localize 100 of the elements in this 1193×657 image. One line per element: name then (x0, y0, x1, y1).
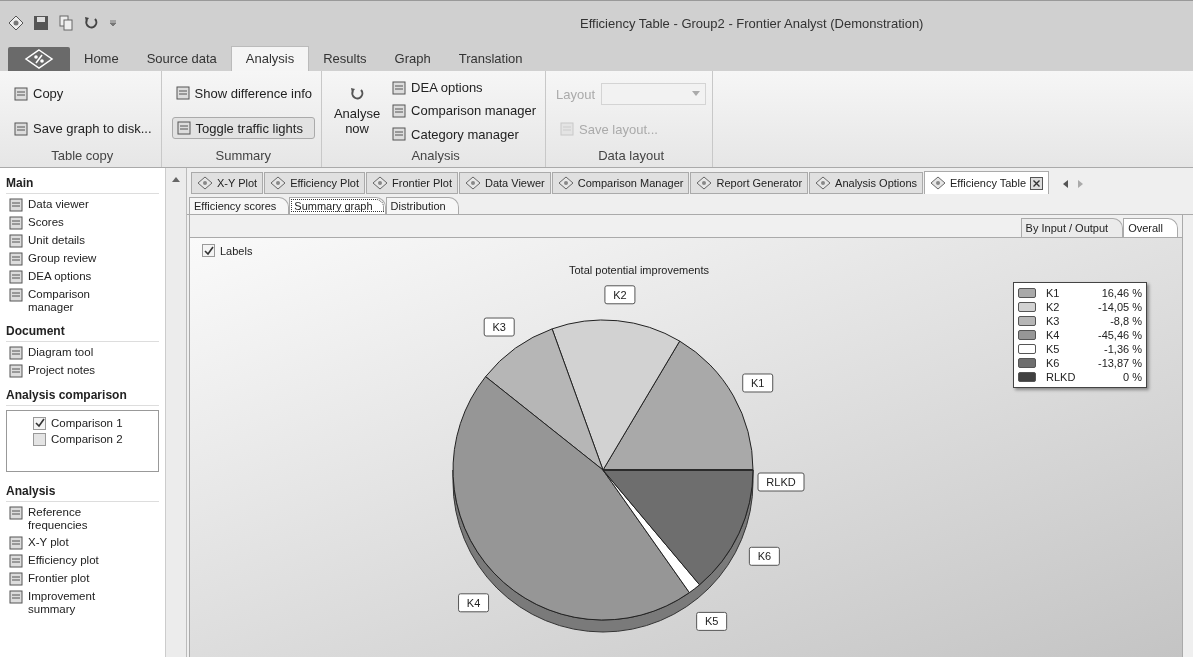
legend-label: K4 (1046, 329, 1061, 341)
group-label: Analysis (410, 147, 461, 165)
tree-item[interactable]: Comparison 2 (33, 431, 158, 447)
legend-value: -14,05 % (1096, 301, 1142, 313)
diamond-icon (464, 176, 481, 190)
sidebar-scrollbar[interactable] (165, 168, 187, 657)
diamond-icon (815, 176, 832, 190)
tile-icon (9, 364, 23, 378)
sidebar-item[interactable]: Project notes (6, 364, 159, 378)
diamond-icon (557, 176, 574, 190)
view-tab[interactable]: Overall (1123, 218, 1178, 237)
scroll-left-icon[interactable] (1062, 180, 1069, 188)
document-tab[interactable]: Frontier Plot (366, 172, 458, 194)
refresh-icon (349, 86, 366, 102)
close-icon[interactable] (1030, 176, 1044, 190)
sub-tab[interactable]: Distribution (385, 197, 459, 214)
chart-title: Total potential improvements (568, 264, 710, 276)
tile-icon (9, 346, 23, 360)
document-icon (175, 120, 192, 136)
ribbon-button[interactable]: Toggle traffic lights (171, 117, 316, 139)
document-icon (13, 120, 29, 137)
tile-icon (9, 234, 23, 248)
slice-label: K3 (492, 321, 506, 334)
sub-tab[interactable]: Efficiency scores (189, 197, 290, 214)
layout-label: Layout (556, 86, 596, 102)
sidebar-item[interactable]: Comparison manager (6, 288, 159, 314)
sidebar-item[interactable]: X-Y plot (6, 536, 159, 550)
ribbon-tab[interactable]: Source data (132, 47, 231, 71)
sidebar-item[interactable]: Improvement summary (6, 590, 159, 616)
section-heading: Analysis (6, 480, 159, 502)
checkbox[interactable] (33, 416, 46, 430)
document-tab[interactable]: Analysis Options (809, 172, 923, 194)
document-tab[interactable]: X-Y Plot (191, 172, 264, 194)
sidebar-item[interactable]: Data viewer (6, 198, 159, 212)
group-label: Data layout (597, 147, 665, 165)
analyse-button[interactable]: Analyse now (332, 77, 383, 145)
section-heading: Analysis comparison (6, 384, 159, 406)
diamond-icon (930, 176, 946, 190)
sidebar-item[interactable]: Scores (6, 216, 159, 230)
app-logo-icon[interactable] (8, 15, 24, 31)
slice-label: K1 (750, 376, 765, 389)
save-icon[interactable] (33, 15, 49, 31)
tile-icon (9, 288, 23, 302)
sidebar-item[interactable]: Efficiency plot (6, 554, 159, 568)
sidebar-item[interactable]: Diagram tool (6, 346, 159, 360)
ribbon-button[interactable]: Save graph to disk... (10, 118, 155, 139)
document-tab[interactable]: Efficiency Plot (264, 172, 366, 194)
slice-label: K2 (604, 285, 636, 305)
ribbon-tab[interactable]: Graph (380, 47, 445, 71)
legend-value: -8,8 % (1109, 315, 1142, 327)
document-tab[interactable]: Efficiency Table (924, 171, 1050, 194)
ribbon-button[interactable]: DEA options (388, 77, 540, 98)
sub-tab[interactable]: Summary graph (289, 197, 386, 214)
legend-label: RLKD (1046, 371, 1077, 383)
section-heading: Main (6, 172, 159, 194)
tile-icon (9, 554, 23, 568)
document-icon (391, 79, 408, 96)
checkbox[interactable] (202, 244, 215, 257)
ribbon-tab[interactable]: Analysis (230, 46, 310, 71)
slice-label: K5 (704, 615, 719, 628)
ribbon-tab[interactable]: Results (309, 47, 381, 71)
sidebar-item[interactable]: Group review (6, 252, 159, 266)
ribbon-button[interactable]: Copy (10, 83, 155, 104)
app-menu-button[interactable] (8, 47, 70, 71)
ribbon-button[interactable]: Show difference info (171, 83, 316, 103)
view-tab[interactable]: By Input / Output (1020, 218, 1124, 237)
tile-icon (9, 252, 23, 266)
copy-icon[interactable] (58, 15, 74, 31)
slice-label: K6 (748, 546, 780, 566)
document-tab[interactable]: Comparison Manager (551, 172, 690, 194)
checkbox[interactable] (33, 432, 46, 446)
slice-label: K3 (483, 317, 515, 337)
document-tab[interactable]: Data Viewer (458, 172, 551, 194)
legend-value: -1,36 % (1103, 343, 1142, 355)
labels-checkbox[interactable]: Labels (202, 244, 253, 257)
document-icon (13, 85, 29, 102)
undo-icon[interactable] (83, 15, 99, 31)
sidebar-item[interactable]: Reference frequencies (6, 506, 159, 532)
caret-icon (692, 91, 701, 97)
diamond-icon (696, 176, 713, 190)
tile-icon (9, 536, 23, 550)
tile-icon (9, 506, 23, 520)
tile-icon (9, 198, 23, 212)
ribbon-tab[interactable]: Home (70, 47, 133, 71)
check-icon (34, 418, 45, 428)
ribbon-tab[interactable]: Translation (444, 47, 537, 71)
sidebar-item[interactable]: Frontier plot (6, 572, 159, 586)
dropdown-icon[interactable] (108, 18, 118, 28)
slice-label: RLKD (757, 472, 805, 492)
diamond-icon (372, 176, 389, 190)
legend-label: K5 (1046, 343, 1061, 355)
scroll-up-icon (172, 176, 180, 182)
ribbon-button[interactable]: Comparison manager (388, 101, 540, 121)
ribbon-button[interactable]: Category manager (388, 124, 540, 145)
sidebar-item[interactable]: DEA options (6, 270, 159, 284)
tree-item[interactable]: Comparison 1 (33, 415, 158, 431)
slice-label: K2 (613, 288, 627, 301)
window-title: Efficiency Table - Group2 - Frontier Analyst (Demonstration) (580, 15, 924, 31)
document-tab[interactable]: Report Generator (690, 172, 809, 194)
sidebar-item[interactable]: Unit details (6, 234, 159, 248)
